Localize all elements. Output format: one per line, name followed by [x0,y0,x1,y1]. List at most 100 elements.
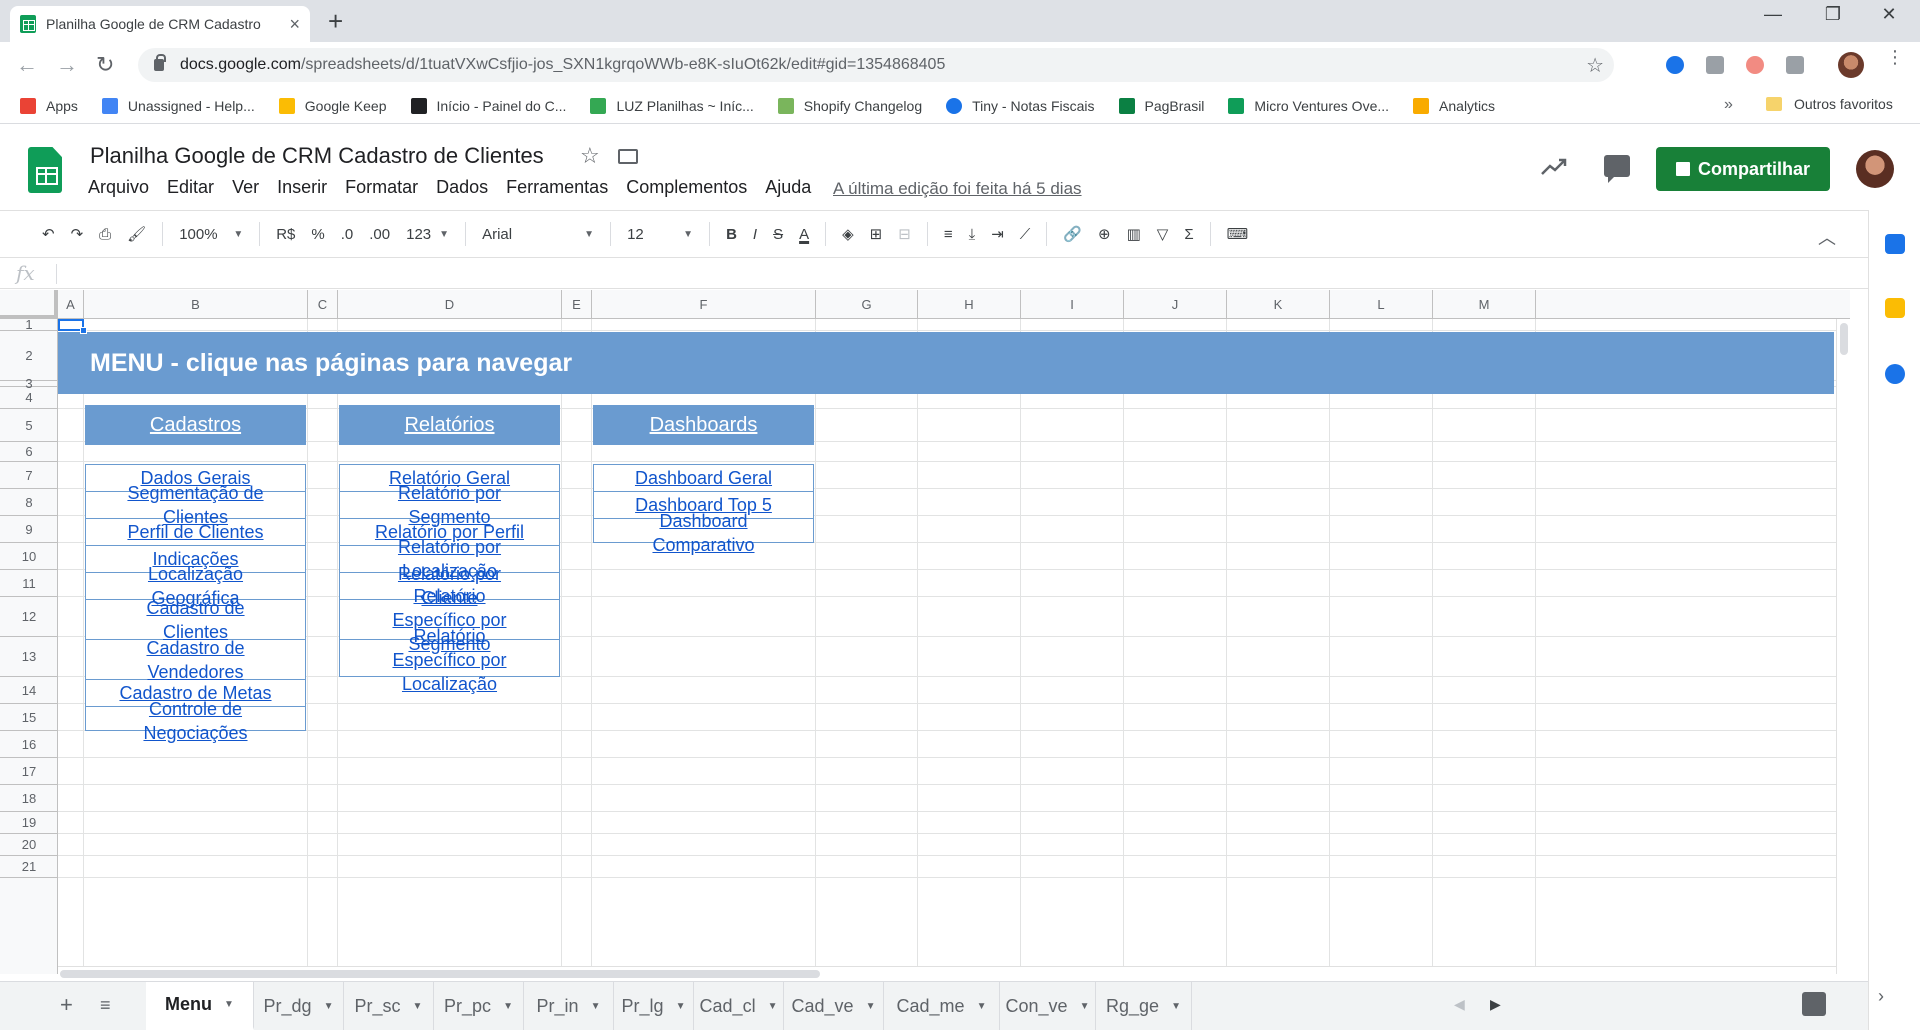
row-header[interactable]: 10 [0,543,58,570]
insert-link-icon[interactable]: 🔗 [1063,225,1082,243]
tab-con_ve[interactable]: Con_ve ▼ [1000,982,1096,1030]
row-header[interactable]: 5 [0,409,58,442]
merge-cells-icon[interactable]: ⊟ [898,225,911,243]
tab-cad_me[interactable]: Cad_me ▼ [884,982,1000,1030]
close-window-button[interactable]: ✕ [1866,4,1912,25]
increase-decimal-button[interactable]: .00 [369,226,390,243]
row-header[interactable]: 15 [0,704,58,731]
strikethrough-button[interactable]: S [773,226,783,243]
bold-button[interactable]: B [726,226,737,243]
column-header[interactable]: K [1227,290,1330,319]
text-color-button[interactable]: A [799,226,809,243]
chevron-down-icon[interactable]: ▼ [324,1001,334,1012]
fill-handle[interactable] [80,327,87,334]
column-header[interactable]: A [58,290,84,319]
functions-button[interactable]: Σ [1184,226,1193,243]
document-title[interactable]: Planilha Google de CRM Cadastro de Clien… [90,143,544,169]
column-header[interactable]: M [1433,290,1536,319]
sheets-logo-icon[interactable] [28,147,62,193]
menu-ver[interactable]: Ver [232,177,259,198]
formula-bar[interactable]: fx [0,259,1868,289]
bookmark-item[interactable]: Analytics [1413,97,1495,114]
reload-icon[interactable]: ↻ [96,52,114,78]
close-tab-icon[interactable]: × [289,14,300,35]
bookmark-item[interactable]: Google Keep [278,97,387,114]
section-header-dashboards[interactable]: Dashboards [593,405,814,445]
italic-button[interactable]: I [753,226,757,243]
row-header[interactable]: 4 [0,387,58,409]
percent-format-button[interactable]: % [311,226,324,243]
navigation-link[interactable]: Relatório por Segmento [340,483,559,527]
cell-area[interactable]: MENU - clique nas páginas para navegar C… [58,319,1850,974]
bookmark-item[interactable]: Shopify Changelog [777,97,922,114]
collapse-chevron-up-icon[interactable]: ︿ [1818,224,1836,250]
tab-pr_lg[interactable]: Pr_lg ▼ [614,982,694,1030]
extension-icon[interactable] [1786,56,1804,74]
column-header[interactable]: I [1021,290,1124,319]
column-header[interactable]: F [592,290,816,319]
navigation-link[interactable]: Controle de Negociações [86,699,305,743]
row-header[interactable]: 19 [0,812,58,834]
menu-formatar[interactable]: Formatar [345,177,418,198]
bookmark-item[interactable]: LUZ Planilhas ~ Iníc... [590,97,754,114]
url-input[interactable]: docs.google.com /spreadsheets/d/1tuatVXw… [138,48,1614,82]
row-header[interactable]: 9 [0,516,58,543]
bookmark-item[interactable]: Início - Painel do C... [410,97,566,114]
decrease-decimal-button[interactable]: .0 [341,226,354,243]
currency-format-button[interactable]: R$ [276,226,295,243]
navigation-link[interactable]: Relatório Específico por Localização [340,626,559,694]
undo-icon[interactable]: ↶ [42,225,55,243]
section-header-relatórios[interactable]: Relatórios [339,405,560,445]
filter-icon[interactable]: ▽ [1157,225,1169,243]
chevron-down-icon[interactable]: ▼ [676,1001,686,1012]
borders-icon[interactable]: ⊞ [870,225,883,243]
other-bookmarks[interactable]: Outros favoritos [1766,96,1893,112]
bookmark-item[interactable]: Apps [20,97,78,114]
row-header[interactable]: 12 [0,597,58,637]
activity-trend-icon[interactable] [1540,157,1568,177]
more-menu-icon[interactable]: ⋮ [1886,48,1904,66]
tab-menu[interactable]: Menu ▼ [146,982,254,1030]
calendar-icon[interactable] [1885,234,1905,254]
menu-dados[interactable]: Dados [436,177,488,198]
navigation-link[interactable]: Perfil de Clientes [86,519,305,546]
select-all-corner[interactable] [0,290,58,319]
text-rotate-icon[interactable]: ⟋ [1020,226,1031,243]
maximize-button[interactable]: ❐ [1810,4,1856,25]
bookmark-star-icon[interactable]: ☆ [1586,53,1604,78]
row-header[interactable]: 20 [0,834,58,856]
expand-panel-icon[interactable]: › [1878,986,1884,1007]
navigation-link[interactable]: Dashboard Geral [594,465,813,492]
column-header[interactable]: J [1124,290,1227,319]
horizontal-scrollbar[interactable] [58,966,1836,980]
tab-rg_ge[interactable]: Rg_ge ▼ [1096,982,1192,1030]
font-select[interactable]: Arial ▼ [482,226,594,243]
tab-pr_dg[interactable]: Pr_dg ▼ [254,982,344,1030]
insert-comment-icon[interactable]: ⊕ [1098,225,1111,243]
chevron-down-icon[interactable]: ▼ [866,1001,876,1012]
menu-editar[interactable]: Editar [167,177,214,198]
extension-icon[interactable] [1746,56,1764,74]
bookmark-item[interactable]: Tiny - Notas Fiscais [946,97,1095,114]
column-header[interactable]: D [338,290,562,319]
input-tools-icon[interactable]: ⌨ [1227,225,1249,243]
back-arrow-icon[interactable]: ← [16,52,38,78]
chevron-down-icon[interactable]: ▼ [224,999,234,1010]
bookmark-item[interactable]: Unassigned - Help... [101,97,255,114]
chevron-down-icon[interactable]: ▼ [1171,1001,1181,1012]
menu-ferramentas[interactable]: Ferramentas [506,177,608,198]
section-header-cadastros[interactable]: Cadastros [85,405,306,445]
horizontal-align-icon[interactable]: ≡ [944,226,953,243]
more-bookmarks-button[interactable]: » [1724,96,1733,114]
row-header[interactable]: 1 [0,317,58,332]
row-header[interactable]: 2 [0,331,58,381]
minimize-button[interactable]: — [1750,4,1796,25]
column-header[interactable]: C [308,290,338,319]
column-header[interactable]: H [918,290,1021,319]
more-formats-select[interactable]: 123 ▼ [406,226,449,243]
text-wrap-icon[interactable]: ⇥ [991,225,1004,243]
tab-cad_cl[interactable]: Cad_cl ▼ [694,982,784,1030]
menu-arquivo[interactable]: Arquivo [88,177,149,198]
menu-inserir[interactable]: Inserir [277,177,327,198]
keep-icon[interactable] [1885,298,1905,318]
